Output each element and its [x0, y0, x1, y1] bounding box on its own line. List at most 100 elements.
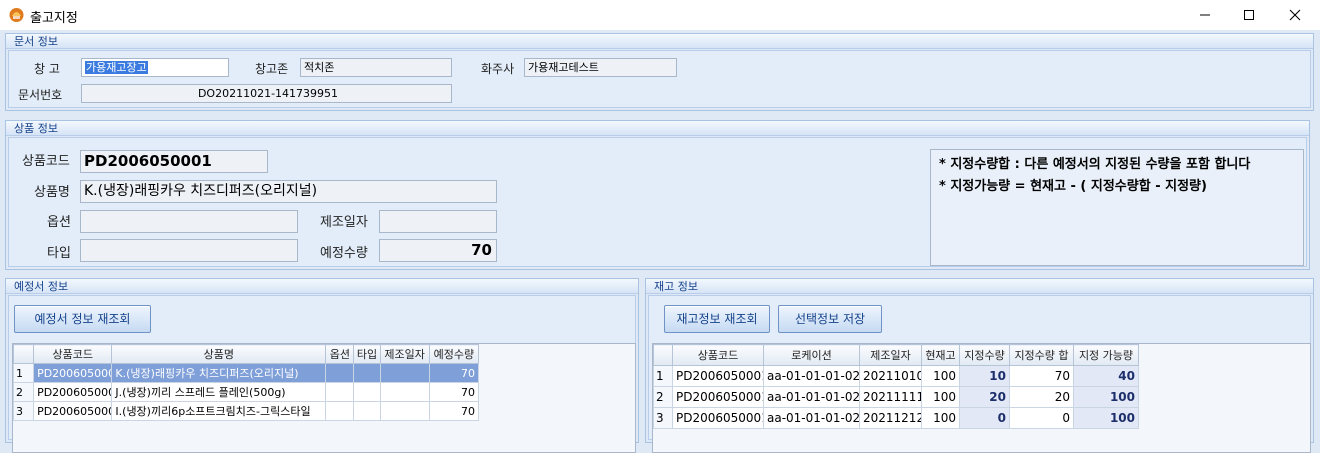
- row-index: 3: [12, 401, 35, 421]
- col-header[interactable]: 타입: [353, 344, 381, 364]
- cell-qty[interactable]: 70: [428, 363, 480, 383]
- minimize-button[interactable]: [1182, 0, 1228, 30]
- table-row[interactable]: 1 PD2006050001 K.(냉장)래핑카우 치즈디퍼즈(오리지널) 70: [12, 363, 480, 383]
- title-bar: 출고지정: [0, 0, 1320, 30]
- cell-assigned[interactable]: 0: [959, 407, 1010, 429]
- cell-available[interactable]: 40: [1073, 365, 1139, 387]
- cell-code[interactable]: PD2006050001: [672, 407, 764, 429]
- type-field[interactable]: [80, 239, 298, 262]
- product-info-header: 상품 정보: [6, 121, 1309, 136]
- cell-option[interactable]: [325, 382, 355, 402]
- cell-available[interactable]: 100: [1073, 386, 1139, 408]
- col-header[interactable]: 상품코드: [33, 344, 113, 364]
- maximize-icon: [1244, 10, 1254, 20]
- plan-qty-label: 예정수량: [320, 246, 368, 261]
- col-header[interactable]: 예정수량: [428, 344, 480, 364]
- product-info-body: 상품코드 PD2006050001 상품명 K.(냉장)래핑카우 치즈디퍼즈(오…: [8, 137, 1307, 267]
- doc-info-header: 문서 정보: [6, 34, 1313, 49]
- cell-name[interactable]: I.(냉장)끼리6p소프트크림치즈-그릭스타일: [111, 401, 327, 421]
- col-header[interactable]: 옵션: [325, 344, 355, 364]
- cell-assigned[interactable]: 20: [959, 386, 1010, 408]
- plan-table: 상품코드 상품명 옵션 타입 제조일자 예정수량 1 PD2006050001: [12, 344, 480, 421]
- docno-field[interactable]: DO20211021-141739951: [81, 84, 452, 103]
- table-row[interactable]: 2 PD2006050001 aa-01-01-01-02 20211111 1…: [653, 386, 1139, 408]
- cell-option[interactable]: [325, 363, 355, 383]
- cell-location[interactable]: aa-01-01-01-02: [763, 407, 860, 429]
- col-header[interactable]: 지정수량 합: [1009, 344, 1074, 366]
- table-row[interactable]: 3 PD2006050001 aa-01-01-01-02 20211212 1…: [653, 407, 1139, 429]
- plan-info-body: 예정서 정보 재조회 상품코드 상품명 옵션 타입 제조일자 예정수량 1 PD…: [8, 295, 636, 453]
- doc-info-body: 창 고 가용재고장고 창고존 적치존 화주사 가용재고테스트 문서번호 DO20…: [8, 50, 1311, 108]
- cell-mfg[interactable]: 20211111: [859, 386, 922, 408]
- warehouse-value: 가용재고장고: [85, 61, 148, 74]
- product-name-label: 상품명: [34, 185, 70, 200]
- col-header[interactable]: 로케이션: [763, 344, 860, 366]
- cell-code[interactable]: PD2006050001: [672, 365, 764, 387]
- type-label: 타입: [47, 246, 71, 261]
- cell-location[interactable]: aa-01-01-01-02: [763, 386, 860, 408]
- close-icon: [1289, 9, 1301, 21]
- col-header[interactable]: [12, 344, 35, 364]
- note-assigned-sum: * 지정수량합 : 다른 예정서의 지정된 수량을 포함 합니다: [939, 157, 1251, 172]
- col-header[interactable]: 상품코드: [672, 344, 764, 366]
- cell-code[interactable]: PD2006050002: [33, 382, 113, 402]
- product-name-field[interactable]: K.(냉장)래핑카우 치즈디퍼즈(오리지널): [80, 180, 497, 203]
- cell-mfg[interactable]: [379, 401, 430, 421]
- cell-stock[interactable]: 100: [921, 365, 960, 387]
- plan-qty-field[interactable]: 70: [379, 239, 497, 262]
- cell-assigned-sum[interactable]: 0: [1009, 407, 1074, 429]
- cell-type[interactable]: [353, 382, 381, 402]
- cell-qty[interactable]: 70: [428, 401, 480, 421]
- plan-grid: 상품코드 상품명 옵션 타입 제조일자 예정수량 1 PD2006050001: [12, 343, 636, 453]
- cell-stock[interactable]: 100: [921, 386, 960, 408]
- main-content: 문서 정보 창 고 가용재고장고 창고존 적치존 화주사 가용재고테스트 문서번…: [0, 30, 1320, 453]
- cell-location[interactable]: aa-01-01-01-02: [763, 365, 860, 387]
- cell-mfg[interactable]: [379, 382, 430, 402]
- table-row[interactable]: 3 PD2006050003 I.(냉장)끼리6p소프트크림치즈-그릭스타일 7…: [12, 401, 480, 421]
- cell-code[interactable]: PD2006050003: [33, 401, 113, 421]
- col-header[interactable]: 현재고: [921, 344, 960, 366]
- cell-type[interactable]: [353, 363, 381, 383]
- plan-refresh-button[interactable]: 예정서 정보 재조회: [14, 305, 151, 333]
- cell-available[interactable]: 100: [1073, 407, 1139, 429]
- cell-code[interactable]: PD2006050001: [33, 363, 113, 383]
- col-header[interactable]: 제조일자: [859, 344, 922, 366]
- save-selection-button[interactable]: 선택정보 저장: [778, 305, 882, 333]
- mfg-date-field[interactable]: [379, 210, 497, 233]
- col-header[interactable]: 제조일자: [379, 344, 430, 364]
- table-row[interactable]: 1 PD2006050001 aa-01-01-01-02 20211010 1…: [653, 365, 1139, 387]
- cell-type[interactable]: [353, 401, 381, 421]
- col-header[interactable]: [653, 344, 673, 366]
- close-button[interactable]: [1272, 0, 1318, 30]
- maximize-button[interactable]: [1226, 0, 1272, 30]
- cell-stock[interactable]: 100: [921, 407, 960, 429]
- cell-assigned[interactable]: 10: [959, 365, 1010, 387]
- zone-field[interactable]: 적치존: [300, 58, 452, 77]
- cell-mfg[interactable]: 20211010: [859, 365, 922, 387]
- product-code-field[interactable]: PD2006050001: [80, 150, 268, 173]
- zone-label: 창고존: [255, 62, 289, 76]
- shipper-field[interactable]: 가용재고테스트: [524, 58, 677, 77]
- cell-code[interactable]: PD2006050001: [672, 386, 764, 408]
- cell-mfg[interactable]: [379, 363, 430, 383]
- stock-table-header: 상품코드 로케이션 제조일자 현재고 지정수량 지정수량 합 지정 가능량: [653, 344, 1139, 366]
- cell-name[interactable]: K.(냉장)래핑카우 치즈디퍼즈(오리지널): [111, 363, 327, 383]
- cell-qty[interactable]: 70: [428, 382, 480, 402]
- stock-refresh-button[interactable]: 재고정보 재조회: [664, 305, 770, 333]
- cell-mfg[interactable]: 20211212: [859, 407, 922, 429]
- table-row[interactable]: 2 PD2006050002 J.(냉장)끼리 스프레드 플레인(500g) 7…: [12, 382, 480, 402]
- stock-info-header: 재고 정보: [646, 279, 1313, 294]
- col-header[interactable]: 지정수량: [959, 344, 1010, 366]
- app-logo-icon: [9, 8, 24, 22]
- col-header[interactable]: 지정 가능량: [1073, 344, 1139, 366]
- warehouse-field[interactable]: 가용재고장고: [81, 58, 229, 77]
- row-index: 3: [653, 407, 673, 429]
- cell-option[interactable]: [325, 401, 355, 421]
- cell-assigned-sum[interactable]: 20: [1009, 386, 1074, 408]
- stock-info-body: 재고정보 재조회 선택정보 저장 상품코드 로케이션 제조일자 현재고 지정수량…: [648, 295, 1311, 453]
- notes-box: * 지정수량합 : 다른 예정서의 지정된 수량을 포함 합니다 * 지정가능량…: [930, 149, 1304, 266]
- col-header[interactable]: 상품명: [111, 344, 327, 364]
- cell-name[interactable]: J.(냉장)끼리 스프레드 플레인(500g): [111, 382, 327, 402]
- cell-assigned-sum[interactable]: 70: [1009, 365, 1074, 387]
- option-field[interactable]: [80, 210, 298, 233]
